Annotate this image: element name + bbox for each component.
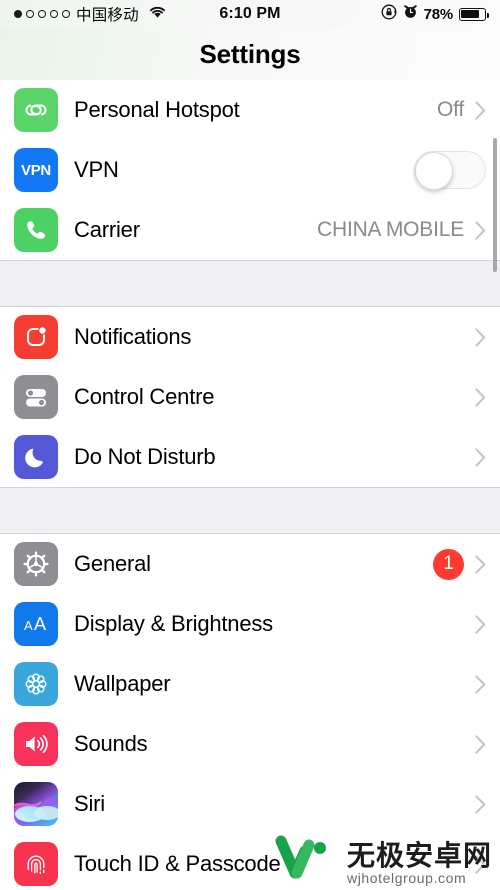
watermark-text: 无极安卓网 wjhotelgroup.com xyxy=(346,839,492,886)
group-separator xyxy=(0,260,500,307)
settings-row-display-brightness[interactable]: A A Display & Brightness xyxy=(0,594,500,654)
row-accessory xyxy=(475,327,486,347)
row-accessory xyxy=(475,387,486,407)
row-accessory xyxy=(475,614,486,634)
carrier-phone-icon xyxy=(14,208,58,252)
iphone-settings-screen: 中国移动 6:10 PM 78% Settings Personal Hotsp… xyxy=(0,0,500,890)
chevron-right-icon xyxy=(475,220,486,240)
navigation-bar: Settings xyxy=(0,28,500,80)
row-label: Control Centre xyxy=(74,384,215,409)
settings-row-vpn[interactable]: VPN VPN xyxy=(0,140,500,200)
page-title: Settings xyxy=(199,38,301,69)
wifi-icon xyxy=(148,5,167,24)
chevron-right-icon xyxy=(475,794,486,814)
row-label: Wallpaper xyxy=(74,671,171,696)
status-bar: 中国移动 6:10 PM 78% xyxy=(0,0,500,28)
alarm-clock-icon xyxy=(403,4,418,24)
watermark-site-url: wjhotelgroup.com xyxy=(346,870,467,886)
row-accessory xyxy=(414,151,486,190)
group-separator xyxy=(0,487,500,534)
row-divider xyxy=(74,259,500,260)
row-label: Notifications xyxy=(74,324,192,349)
row-label: General xyxy=(74,551,151,576)
vpn-icon: VPN xyxy=(14,148,58,192)
settings-row-carrier[interactable]: Carrier CHINA MOBILE xyxy=(0,200,500,260)
general-gear-icon xyxy=(14,542,58,586)
row-label: Display & Brightness xyxy=(74,611,273,636)
siri-icon xyxy=(14,782,58,826)
watermark-site-name: 无极安卓网 xyxy=(346,839,492,871)
row-accessory xyxy=(475,447,486,467)
row-accessory: 1 xyxy=(433,548,486,580)
settings-row-general[interactable]: General 1 xyxy=(0,534,500,594)
notifications-icon xyxy=(14,315,58,359)
chevron-right-icon xyxy=(475,387,486,407)
wallpaper-flower-icon xyxy=(14,662,58,706)
battery-icon xyxy=(459,7,489,21)
vpn-toggle[interactable] xyxy=(414,151,486,190)
row-accessory xyxy=(475,734,486,754)
settings-row-sounds[interactable]: Sounds xyxy=(0,714,500,774)
display-brightness-icon: A A xyxy=(14,602,58,646)
settings-list[interactable]: Personal Hotspot Off VPN VPN Carrier CHI… xyxy=(0,80,500,890)
settings-row-control-centre[interactable]: Control Centre xyxy=(0,367,500,427)
status-bar-left: 中国移动 xyxy=(14,3,167,25)
row-label: Sounds xyxy=(74,731,148,756)
status-carrier-label: 中国移动 xyxy=(76,7,139,24)
chevron-right-icon xyxy=(475,327,486,347)
scroll-indicator[interactable] xyxy=(493,138,497,272)
control-centre-icon xyxy=(14,375,58,419)
row-label: Touch ID & Passcode xyxy=(74,851,281,876)
row-accessory: CHINA MOBILE xyxy=(317,218,486,242)
row-label: Do Not Disturb xyxy=(74,444,216,469)
row-label: Personal Hotspot xyxy=(74,97,240,122)
row-accessory: Off xyxy=(437,98,486,122)
w-logo-icon xyxy=(275,833,339,886)
row-label: VPN xyxy=(74,157,119,182)
settings-row-personal-hotspot[interactable]: Personal Hotspot Off xyxy=(0,80,500,140)
settings-row-do-not-disturb[interactable]: Do Not Disturb xyxy=(0,427,500,487)
battery-percentage: 78% xyxy=(423,5,454,23)
row-divider xyxy=(74,486,500,487)
chevron-right-icon xyxy=(475,614,486,634)
signal-strength-dots xyxy=(14,10,70,18)
row-accessory xyxy=(475,794,486,814)
row-label: Siri xyxy=(74,791,105,816)
row-accessory xyxy=(475,674,486,694)
row-value: Off xyxy=(436,98,464,121)
chevron-right-icon xyxy=(475,734,486,754)
status-bar-right: 78% xyxy=(381,4,489,25)
row-label: Carrier xyxy=(74,217,140,242)
svg-text:A: A xyxy=(24,618,33,633)
watermark: 无极安卓网 wjhotelgroup.com xyxy=(275,833,492,886)
do-not-disturb-moon-icon xyxy=(14,435,58,479)
settings-row-wallpaper[interactable]: Wallpaper xyxy=(0,654,500,714)
svg-text:A: A xyxy=(34,614,46,634)
settings-row-siri[interactable]: Siri xyxy=(0,774,500,834)
row-value: CHINA MOBILE xyxy=(317,218,464,241)
personal-hotspot-icon xyxy=(14,88,58,132)
toggle-knob[interactable] xyxy=(414,151,453,190)
settings-group: Personal Hotspot Off VPN VPN Carrier CHI… xyxy=(0,80,500,260)
touch-id-fingerprint-icon xyxy=(14,842,58,886)
sounds-speaker-icon xyxy=(14,722,58,766)
chevron-right-icon xyxy=(475,100,486,120)
rotation-lock-icon xyxy=(381,4,397,25)
settings-row-notifications[interactable]: Notifications xyxy=(0,307,500,367)
chevron-right-icon xyxy=(475,674,486,694)
settings-group: Notifications Control Centre Do Not Dist… xyxy=(0,307,500,487)
chevron-right-icon xyxy=(475,447,486,467)
chevron-right-icon xyxy=(475,554,486,574)
status-badge: 1 xyxy=(433,548,464,580)
